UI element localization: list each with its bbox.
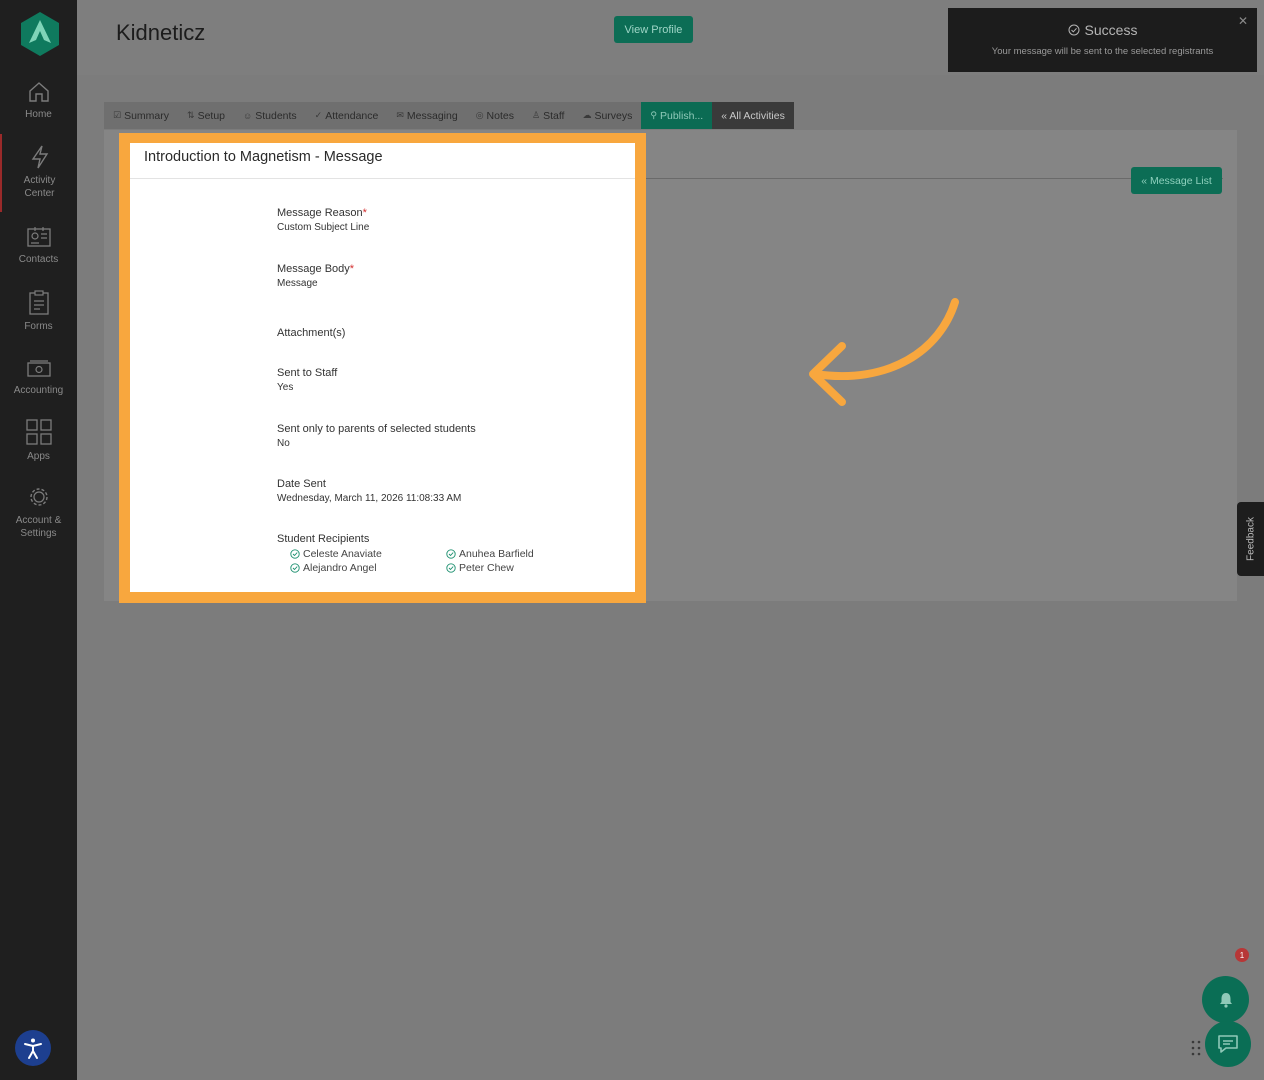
message-reason-field: Message Reason* Custom Subject Line [277, 207, 369, 233]
setup-icon: ⇅ [187, 110, 195, 120]
lightning-icon [31, 145, 48, 169]
field-label: Sent to Staff [277, 367, 338, 379]
sidebar-item-contacts[interactable]: Contacts [0, 225, 77, 266]
app-logo[interactable] [20, 11, 60, 57]
sidebar: Home Activity Center Contacts Forms Acco… [0, 0, 77, 1080]
sidebar-item-accounting[interactable]: Accounting [0, 358, 77, 397]
annotation-arrow-icon [809, 298, 959, 406]
check-circle-icon [290, 563, 300, 573]
tab-notes[interactable]: ◎ Notes [466, 102, 523, 129]
check-circle-icon [290, 549, 300, 559]
money-icon [26, 360, 51, 377]
sidebar-item-forms[interactable]: Forms [0, 290, 77, 333]
chat-button[interactable] [1205, 1021, 1251, 1067]
sidebar-item-apps[interactable]: Apps [0, 418, 77, 463]
bell-icon [1219, 992, 1232, 1008]
required-mark: * [349, 263, 355, 275]
accessibility-icon [24, 1038, 42, 1059]
field-label: Attachment(s) [277, 327, 346, 339]
check-circle-icon [1068, 24, 1080, 36]
link-icon: ⚲ [650, 110, 657, 120]
tab-summary[interactable]: ☑ Summary [104, 102, 179, 129]
summary-icon: ☑ [113, 110, 122, 120]
field-label: Message Reason* [277, 207, 367, 219]
tab-publish[interactable]: ⚲ Publish... [641, 102, 713, 129]
apps-grid-icon [25, 419, 52, 445]
required-mark: * [362, 207, 367, 219]
check-circle-icon [446, 549, 456, 559]
message-list-button[interactable]: « Message List [1131, 167, 1222, 194]
toast-title: Success [948, 22, 1257, 38]
field-value: Message [277, 278, 318, 289]
notes-icon: ◎ [475, 110, 484, 120]
message-title: Introduction to Magnetism - Message [144, 149, 383, 165]
sidebar-item-label: Home [25, 109, 52, 120]
contacts-icon [26, 227, 51, 247]
sidebar-item-label: Contacts [18, 254, 59, 265]
accessibility-button[interactable] [15, 1030, 51, 1066]
field-label: Sent only to parents of selected student… [277, 423, 476, 435]
student-recipients-field: Student Recipients [277, 533, 369, 545]
field-value: Custom Subject Line [277, 222, 370, 233]
sidebar-item-label: Account & Settings [15, 515, 62, 539]
view-profile-button[interactable]: View Profile [614, 16, 693, 43]
tab-attendance[interactable]: ✓ Attendance [305, 102, 388, 129]
tab-messaging[interactable]: ✉ Messaging [387, 102, 467, 129]
recipient-item: Celeste Anaviate [290, 548, 382, 560]
notification-badge: 1 [1235, 948, 1249, 962]
home-icon [28, 82, 49, 102]
chat-icon [1218, 1035, 1238, 1053]
sidebar-item-home[interactable]: Home [0, 80, 77, 121]
sidebar-item-label: Apps [27, 451, 50, 462]
envelope-icon: ✉ [396, 110, 404, 120]
students-icon: ☺ [243, 110, 253, 121]
field-label: Message Body* [277, 263, 355, 275]
divider [130, 178, 635, 179]
check-circle-icon [446, 563, 456, 573]
message-body-field: Message Body* Message [277, 263, 354, 289]
cloud-icon: ☁ [582, 110, 592, 120]
attendance-icon: ✓ [314, 110, 323, 120]
tab-all-activities[interactable]: « All Activities [712, 102, 794, 129]
sent-to-staff-field: Sent to Staff Yes [277, 367, 337, 393]
toast-message: Your message will be sent to the selecte… [991, 46, 1214, 57]
drag-handle-icon[interactable] [1191, 1040, 1201, 1056]
notifications-button[interactable] [1202, 976, 1249, 1023]
tab-students[interactable]: ☺ Students [234, 102, 306, 129]
sent-to-parents-field: Sent only to parents of selected student… [277, 423, 476, 449]
page-title: Kidneticz [116, 20, 206, 45]
success-toast: Success Your message will be sent to the… [948, 8, 1257, 72]
sidebar-item-label: Activity Center [23, 175, 56, 199]
sidebar-item-activity-center[interactable]: Activity Center [0, 134, 77, 212]
field-label: Student Recipients [277, 533, 370, 545]
sidebar-item-label: Forms [24, 321, 53, 332]
gear-icon [29, 488, 48, 506]
recipient-item: Anuhea Barfield [446, 548, 534, 560]
forms-icon [28, 290, 49, 315]
field-label: Date Sent [277, 478, 326, 490]
close-icon[interactable]: ✕ [1238, 14, 1248, 28]
message-detail-card: Introduction to Magnetism - Message Mess… [130, 143, 635, 592]
tab-setup[interactable]: ⇅ Setup [178, 102, 235, 129]
recipient-item: Alejandro Angel [290, 562, 377, 574]
field-value: No [277, 438, 290, 449]
date-sent-field: Date Sent Wednesday, March 11, 2026 11:0… [277, 478, 461, 504]
attachments-field: Attachment(s) [277, 327, 345, 339]
tab-surveys[interactable]: ☁ Surveys [573, 102, 642, 129]
field-value: Yes [277, 382, 294, 393]
recipient-item: Peter Chew [446, 562, 514, 574]
sidebar-item-label: Accounting [13, 385, 64, 396]
staff-icon: ♙ [531, 110, 541, 120]
field-value: Wednesday, March 11, 2026 11:08:33 AM [277, 493, 462, 504]
feedback-tab[interactable]: Feedback [1237, 502, 1264, 576]
activity-tabs: ☑ Summary ⇅ Setup ☺ Students ✓ Attendance ✉ M… [104, 102, 794, 129]
tab-staff[interactable]: ♙ Staff [522, 102, 574, 129]
sidebar-item-account-settings[interactable]: Account & Settings [0, 484, 77, 540]
